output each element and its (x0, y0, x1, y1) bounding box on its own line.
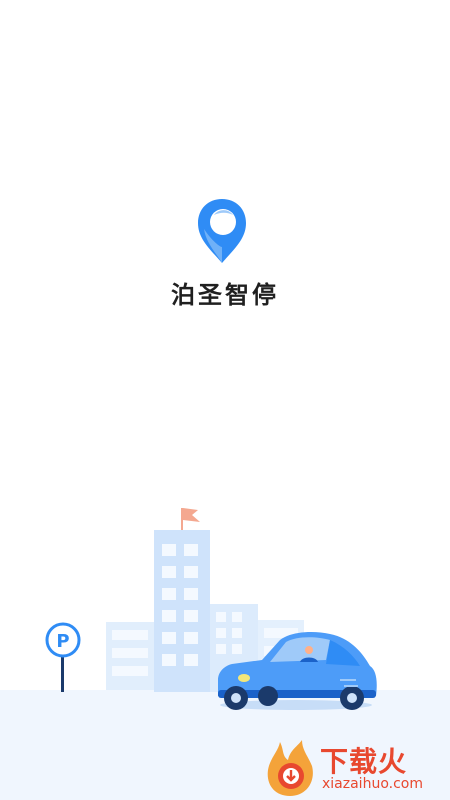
watermark-url: xiazaihuo.com (322, 776, 423, 792)
parking-sign-letter: P (56, 631, 69, 652)
flag-icon (181, 508, 200, 530)
watermark: 下载火 xiazaihuo.com (262, 738, 450, 800)
splash-screen: 泊圣智停 P 下载火 xiazaihuo.com (0, 0, 450, 800)
app-logo-icon (198, 199, 246, 263)
building-left (106, 622, 154, 690)
parking-sign: P (45, 622, 81, 692)
app-name: 泊圣智停 (171, 281, 279, 309)
watermark-title: 下载火 (320, 745, 408, 778)
building-tall (154, 530, 210, 692)
flame-logo-icon (267, 740, 313, 796)
city-illustration: P (45, 508, 377, 710)
